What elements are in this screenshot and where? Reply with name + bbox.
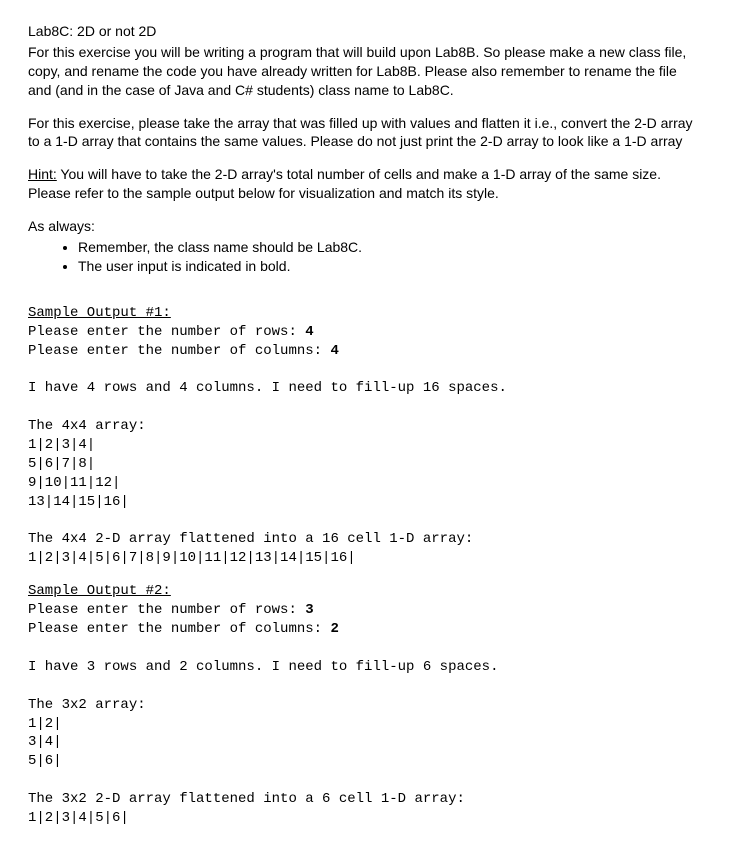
lab-title: Lab8C: 2D or not 2D <box>28 22 702 41</box>
sample2-rows-value: 3 <box>305 602 313 618</box>
sample2-row2: 3|4| <box>28 734 62 750</box>
hint-text: You will have to take the 2-D array's to… <box>28 166 661 201</box>
sample2-heading: Sample Output #2: <box>28 583 171 599</box>
bullet-list: Remember, the class name should be Lab8C… <box>28 238 702 276</box>
sample1-row4: 13|14|15|16| <box>28 494 129 510</box>
sample1-flat-header: The 4x4 2-D array flattened into a 16 ce… <box>28 531 473 547</box>
sample1-cols-value: 4 <box>330 343 338 359</box>
sample1-info: I have 4 rows and 4 columns. I need to f… <box>28 380 507 396</box>
sample1-row2: 5|6|7|8| <box>28 456 95 472</box>
sample2-flat-header: The 3x2 2-D array flattened into a 6 cel… <box>28 791 465 807</box>
intro-paragraph-1: For this exercise you will be writing a … <box>28 43 702 100</box>
as-always-label: As always: <box>28 217 702 236</box>
sample2-cols-value: 2 <box>330 621 338 637</box>
sample2-info: I have 3 rows and 2 columns. I need to f… <box>28 659 498 675</box>
sample2-flat-row: 1|2|3|4|5|6| <box>28 810 129 826</box>
sample2-row3: 5|6| <box>28 753 62 769</box>
sample-output-1: Sample Output #1: Please enter the numbe… <box>28 304 702 568</box>
intro-paragraph-2: For this exercise, please take the array… <box>28 114 702 152</box>
list-item: Remember, the class name should be Lab8C… <box>78 238 702 257</box>
sample1-rows-value: 4 <box>305 324 313 340</box>
sample1-prompt-rows: Please enter the number of rows: <box>28 324 305 340</box>
sample-output-2: Sample Output #2: Please enter the numbe… <box>28 582 702 828</box>
sample1-heading: Sample Output #1: <box>28 305 171 321</box>
sample2-prompt-rows: Please enter the number of rows: <box>28 602 305 618</box>
sample2-row1: 1|2| <box>28 716 62 732</box>
sample1-array-header: The 4x4 array: <box>28 418 146 434</box>
hint-label: Hint: <box>28 166 57 182</box>
sample1-prompt-cols: Please enter the number of columns: <box>28 343 330 359</box>
list-item: The user input is indicated in bold. <box>78 257 702 276</box>
hint-paragraph: Hint: You will have to take the 2-D arra… <box>28 165 702 203</box>
sample1-row1: 1|2|3|4| <box>28 437 95 453</box>
sample2-array-header: The 3x2 array: <box>28 697 146 713</box>
sample1-flat-row: 1|2|3|4|5|6|7|8|9|10|11|12|13|14|15|16| <box>28 550 356 566</box>
sample1-row3: 9|10|11|12| <box>28 475 120 491</box>
sample2-prompt-cols: Please enter the number of columns: <box>28 621 330 637</box>
